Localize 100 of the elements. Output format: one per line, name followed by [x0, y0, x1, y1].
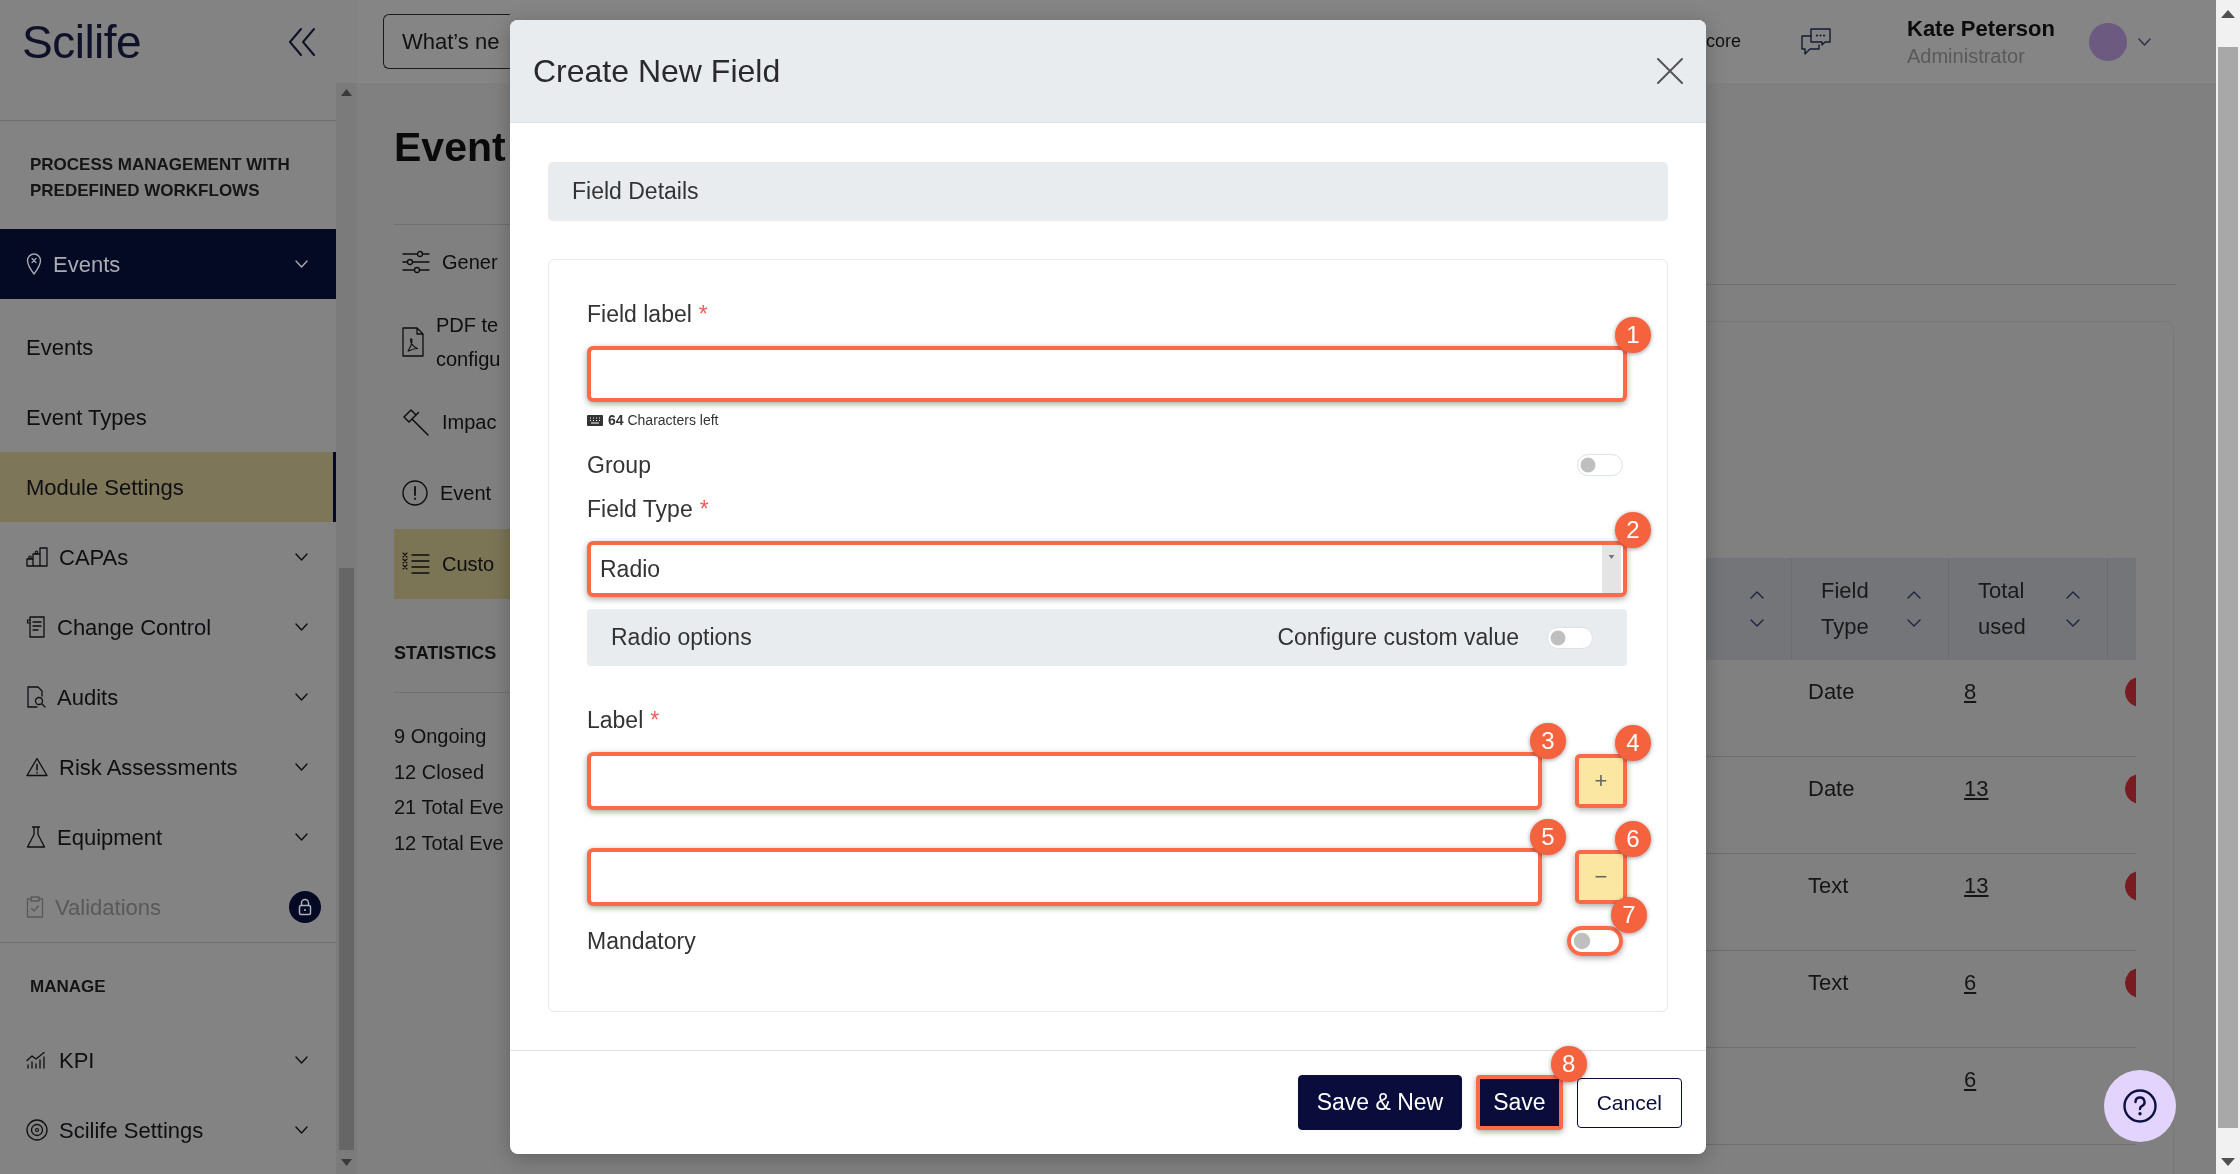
scroll-down-icon[interactable] — [2221, 1158, 2235, 1166]
table-cell: Date — [1808, 679, 1855, 704]
field-label: Field label * — [587, 300, 708, 329]
list-icon — [402, 552, 430, 576]
field-label: Mandatory — [587, 927, 696, 956]
options-heading: Radio options — [611, 623, 752, 653]
text-input[interactable] — [587, 346, 1627, 402]
warning-icon — [26, 757, 48, 777]
cancel-button[interactable]: Cancel — [1576, 1077, 1682, 1128]
chart-icon — [26, 1051, 48, 1069]
sidebar-subitem[interactable]: Module Settings — [0, 452, 336, 522]
header-text: core — [1706, 30, 1741, 53]
keyboard-icon — [587, 414, 603, 426]
toggle-switch[interactable] — [1567, 926, 1623, 956]
sidebar-subitem[interactable]: Event Types — [0, 382, 336, 452]
settings-nav-item[interactable]: Custo — [394, 529, 510, 599]
sort-icon[interactable] — [2066, 591, 2080, 627]
callout-marker: 8 — [1550, 1046, 1587, 1082]
scrollbar-thumb[interactable] — [2218, 47, 2238, 1128]
blocks-icon — [26, 547, 48, 567]
sidebar-subitem[interactable]: Events — [0, 312, 336, 382]
sidebar-item[interactable]: KPI — [0, 1025, 336, 1095]
section-heading: PROCESS MANAGEMENT WITH PREDEFINED WORKFLOWS — [29, 154, 291, 202]
chevron-down-icon — [295, 623, 308, 631]
lock-icon — [289, 891, 321, 923]
clipboard-icon — [26, 896, 44, 918]
switch-label: Configure custom value — [1277, 623, 1519, 653]
sliders-icon — [402, 250, 430, 274]
help-icon — [2123, 1089, 2157, 1123]
close-icon — [1657, 58, 1683, 84]
chevron-down-icon — [295, 1056, 308, 1064]
chevron-down-icon[interactable] — [2138, 37, 2151, 46]
chevron-down-icon — [295, 260, 308, 268]
double-chevron-left-icon[interactable] — [288, 27, 316, 56]
column-header: Field Type — [1821, 577, 1870, 641]
sidebar-item[interactable]: CAPAs — [0, 522, 336, 592]
sidebar-item[interactable]: Audits — [0, 662, 336, 732]
close-button[interactable] — [1657, 58, 1683, 84]
chevron-down-icon — [295, 693, 308, 701]
settings-nav-item[interactable]: PDF te configu — [394, 298, 510, 386]
statistic-line: 21 Total Eve — [394, 795, 505, 821]
callout-marker: 2 — [1615, 512, 1651, 548]
table-cell: Text — [1808, 873, 1849, 898]
scrollbar[interactable] — [336, 83, 357, 1174]
callout-marker: 1 — [1615, 317, 1651, 353]
chevron-down-icon — [295, 833, 308, 841]
alert-icon — [402, 480, 428, 506]
document-icon — [26, 616, 46, 638]
pin-icon — [26, 253, 42, 275]
usage-link[interactable]: 8 — [1964, 679, 1977, 704]
add-button[interactable]: + — [1575, 754, 1627, 808]
avatar-icon[interactable] — [2089, 22, 2127, 61]
sidebar-item[interactable]: Events — [0, 229, 336, 299]
app-logo: Scilife — [22, 18, 142, 65]
target-icon — [26, 1119, 48, 1141]
character-counter: 64 Characters left — [608, 410, 719, 430]
usage-link[interactable]: 6 — [1964, 1067, 1977, 1092]
chevron-down-icon — [295, 1126, 308, 1134]
modal-title: Create New Field — [533, 52, 781, 91]
field-label: Label * — [587, 706, 660, 735]
sidebar-item[interactable]: Change Control — [0, 592, 336, 662]
text-input[interactable] — [587, 752, 1542, 810]
user-name: Kate Peterson — [1907, 14, 2056, 43]
text-input[interactable] — [587, 848, 1542, 906]
callout-marker: 6 — [1615, 821, 1651, 857]
save-button[interactable]: Save — [1476, 1075, 1563, 1130]
field-label: Group — [587, 451, 651, 480]
table-cell: Date — [1808, 776, 1855, 801]
usage-link[interactable]: 6 — [1964, 970, 1977, 995]
settings-nav-item[interactable]: Impac — [394, 387, 510, 457]
hammer-icon — [402, 408, 430, 436]
sidebar-item[interactable]: Risk Assessments — [0, 732, 336, 802]
statistic-line: 12 Closed — [394, 759, 486, 785]
callout-marker: 7 — [1611, 897, 1647, 933]
scroll-up-icon[interactable] — [2221, 10, 2235, 18]
callout-marker: 5 — [1530, 819, 1566, 855]
usage-link[interactable]: 13 — [1964, 776, 1989, 801]
callout-marker: 3 — [1530, 723, 1566, 759]
sidebar-item[interactable]: Scilife Settings — [0, 1095, 336, 1165]
sort-icon[interactable] — [1907, 591, 1921, 627]
settings-nav-item[interactable]: Gener — [394, 227, 510, 297]
field-label: Field Type * — [587, 495, 709, 524]
chevron-down-icon — [295, 763, 308, 771]
chat-icon[interactable] — [1801, 27, 1831, 56]
callout-marker: 4 — [1615, 725, 1651, 761]
table-cell: Text — [1808, 970, 1849, 995]
select-field[interactable]: Radio — [587, 541, 1627, 597]
save-and-new-button[interactable]: Save & New — [1297, 1075, 1463, 1130]
sidebar-item[interactable]: Equipment — [0, 802, 336, 872]
usage-link[interactable]: 13 — [1964, 873, 1989, 898]
section-heading: MANAGE — [29, 976, 107, 998]
remove-button[interactable]: − — [1575, 850, 1627, 904]
section-header: Field Details — [548, 162, 1668, 221]
settings-nav-item[interactable]: Event — [394, 458, 510, 528]
chevron-down-icon — [295, 553, 308, 561]
scrollbar[interactable] — [2216, 0, 2240, 1174]
document-search-icon — [26, 686, 46, 708]
sort-icon[interactable] — [1750, 591, 1764, 627]
statistic-line: 12 Total Eve — [394, 831, 505, 857]
statistic-line: 9 Ongoing — [394, 724, 488, 749]
